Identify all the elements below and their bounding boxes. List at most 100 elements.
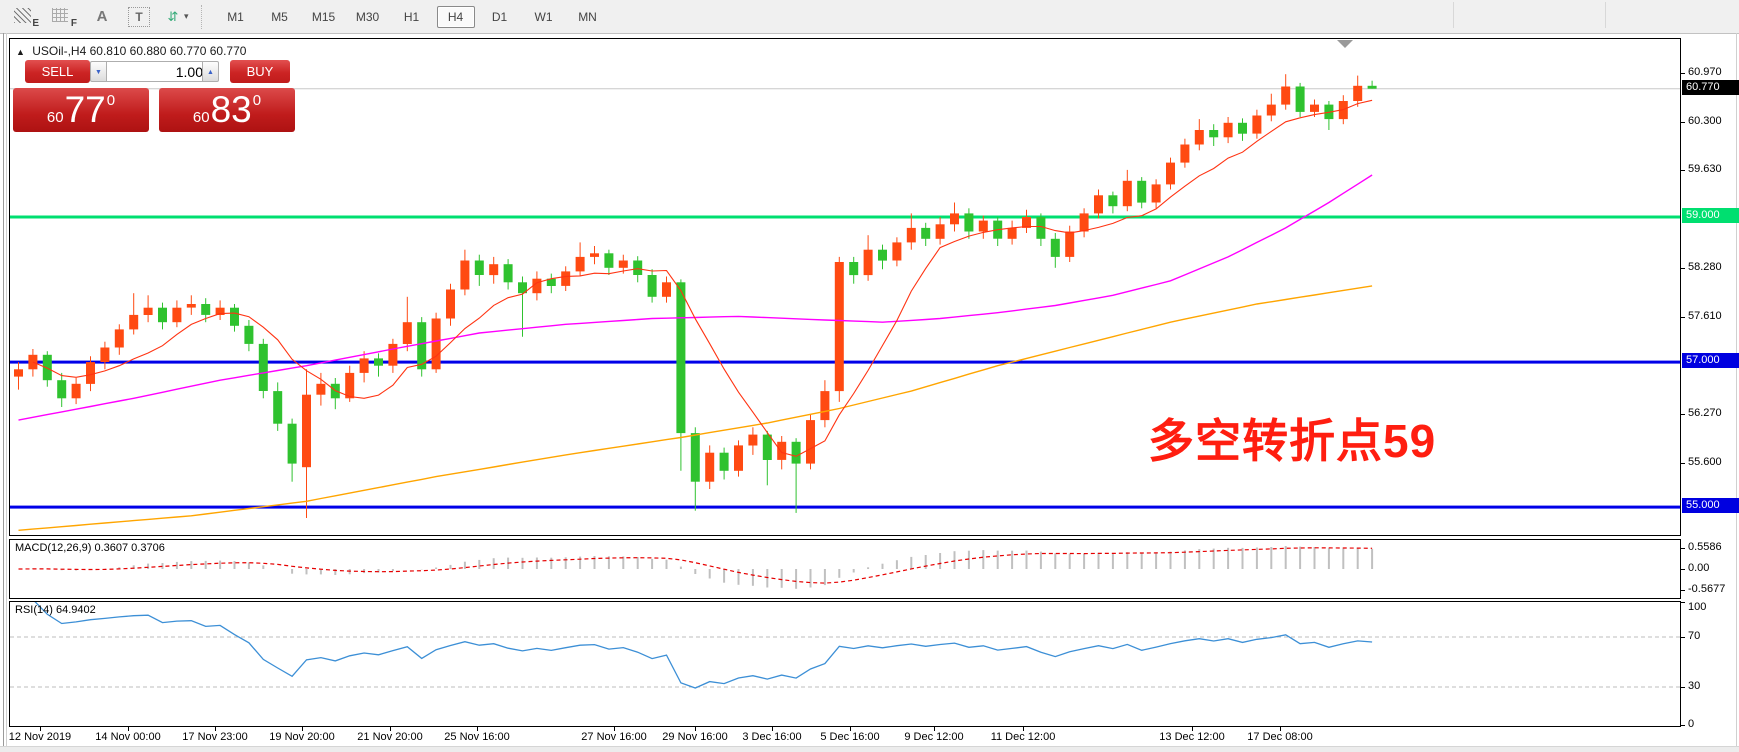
rsi-axis-label: 30 (1688, 680, 1700, 692)
window-bottom-edge (0, 746, 1739, 752)
timeframe-button-m15[interactable]: M15 (305, 6, 343, 28)
price-tick-label: 60.300 (1688, 115, 1722, 127)
rsi-label: RSI(14) 64.9402 (15, 604, 96, 616)
date-tick-mark (215, 727, 216, 731)
rsi-canvas[interactable] (10, 602, 1680, 726)
trading-terminal-window: E F A T ⇵ ▾ M1M5M15M30H1H4D1W1MN ▲ USOil… (0, 0, 1739, 752)
sell-price-quote[interactable]: 60 77 0 (13, 88, 149, 132)
price-badge: 55.000 (1682, 498, 1739, 513)
text-box-icon[interactable]: T (128, 7, 150, 27)
price-tick-label: 59.630 (1688, 163, 1722, 175)
macd-tick-mark (1681, 590, 1685, 591)
date-label: 17 Dec 08:00 (1225, 731, 1335, 743)
date-tick-mark (1023, 727, 1024, 731)
price-tick-mark (1681, 463, 1685, 464)
volume-input[interactable] (106, 61, 208, 82)
text-label-icon[interactable]: A (90, 7, 114, 27)
toolbar-divider (1453, 2, 1454, 28)
text-label-icon-letter: A (97, 8, 108, 25)
rsi-tick-mark (1681, 602, 1685, 603)
timeframe-button-h1[interactable]: H1 (393, 6, 431, 28)
date-tick-mark (40, 727, 41, 731)
price-tick-label: 56.270 (1688, 407, 1722, 419)
buy-pips: 83 (211, 90, 252, 130)
price-tick-mark (1681, 317, 1685, 318)
timeframe-button-m5[interactable]: M5 (261, 6, 299, 28)
rsi-panel[interactable]: RSI(14) 64.9402 (9, 601, 1681, 727)
date-tick-mark (390, 727, 391, 731)
one-click-trading-panel: SELL ▼ ▲ BUY 60 77 0 60 83 0 (13, 60, 303, 134)
price-tick-mark (1681, 73, 1685, 74)
sell-pipette: 0 (107, 92, 115, 109)
date-tick-mark (614, 727, 615, 731)
timeframe-button-group: M1 M5 M15 M30 H1 H4 D1 W1 MN (217, 6, 613, 28)
price-tick-mark (1681, 122, 1685, 123)
trade-controls-row: SELL ▼ ▲ BUY (13, 60, 303, 83)
price-tick-mark (1681, 170, 1685, 171)
date-label: 11 Dec 12:00 (968, 731, 1078, 743)
price-tick-label: 60.970 (1688, 66, 1722, 78)
buy-price-quote[interactable]: 60 83 0 (159, 88, 295, 132)
price-badge: 59.000 (1682, 208, 1739, 223)
macd-canvas[interactable] (10, 540, 1680, 598)
rsi-axis-label: 70 (1688, 630, 1700, 642)
data-window-icon[interactable]: F (52, 7, 76, 27)
buy-pipette: 0 (253, 92, 261, 109)
rsi-tick-mark (1681, 725, 1685, 726)
window-left-edge (3, 33, 4, 752)
cycle-arrows-glyph: ⇵ (168, 9, 179, 25)
timeframe-button-w1[interactable]: W1 (525, 6, 563, 28)
rsi-tick-mark (1681, 687, 1685, 688)
date-tick-mark (128, 727, 129, 731)
indicators-icon-letter: E (32, 19, 39, 29)
price-tick-label: 55.600 (1688, 456, 1722, 468)
macd-tick-mark (1681, 548, 1685, 549)
rsi-axis-label: 0 (1688, 718, 1694, 730)
macd-panel[interactable]: MACD(12,26,9) 0.3607 0.3706 (9, 539, 1681, 599)
buy-big-figure: 60 (193, 109, 210, 126)
macd-tick-mark (1681, 569, 1685, 570)
indicators-icon-glyph (14, 8, 31, 23)
date-tick-mark (695, 727, 696, 731)
macd-axis-label: 0.5586 (1688, 541, 1722, 553)
macd-axis-label: -0.5677 (1688, 583, 1725, 595)
macd-label: MACD(12,26,9) 0.3607 0.3706 (15, 542, 165, 554)
price-tick-mark (1681, 268, 1685, 269)
chart-annotation-text: 多空转折点59 (1148, 405, 1436, 471)
cycle-arrows-icon[interactable]: ⇵ (164, 7, 182, 27)
triangle-up-icon: ▲ (16, 47, 25, 57)
toolbar-separator (201, 5, 203, 29)
chart-shift-marker-icon[interactable] (1337, 40, 1353, 48)
price-badge: 60.770 (1682, 80, 1739, 95)
timeframe-button-mn[interactable]: MN (569, 6, 607, 28)
date-tick-mark (477, 727, 478, 731)
timeframe-button-h4[interactable]: H4 (437, 6, 475, 28)
indicators-icon[interactable]: E (14, 7, 38, 27)
date-tick-mark (302, 727, 303, 731)
macd-axis-label: 0.00 (1688, 562, 1709, 574)
window-right-edge (1736, 33, 1737, 752)
text-box-icon-letter: T (135, 10, 142, 24)
window-left-edge-inner (6, 33, 7, 752)
data-window-icon-glyph (52, 8, 68, 22)
rsi-tick-mark (1681, 637, 1685, 638)
price-tick-label: 57.610 (1688, 310, 1722, 322)
date-tick-mark (1192, 727, 1193, 731)
volume-decrease-button[interactable]: ▼ (90, 61, 107, 82)
date-tick-mark (772, 727, 773, 731)
volume-increase-button[interactable]: ▲ (202, 61, 219, 82)
chevron-down-icon[interactable]: ▾ (184, 11, 189, 22)
rsi-axis-label: 100 (1688, 601, 1706, 613)
date-tick-mark (934, 727, 935, 731)
price-tick-mark (1681, 414, 1685, 415)
date-label: 25 Nov 16:00 (422, 731, 532, 743)
timeframe-button-m30[interactable]: M30 (349, 6, 387, 28)
buy-button[interactable]: BUY (230, 60, 290, 83)
timeframe-button-m1[interactable]: M1 (217, 6, 255, 28)
toolbar: E F A T ⇵ ▾ M1 M5 M15 M30 H1 H4 D1 W1 MN (0, 0, 1739, 34)
price-tick-label: 58.280 (1688, 261, 1722, 273)
timeframe-button-d1[interactable]: D1 (481, 6, 519, 28)
sell-pips: 77 (65, 90, 106, 130)
sell-button[interactable]: SELL (25, 60, 90, 83)
ohlc-values-label: 60.810 60.880 60.770 60.770 (90, 44, 247, 58)
